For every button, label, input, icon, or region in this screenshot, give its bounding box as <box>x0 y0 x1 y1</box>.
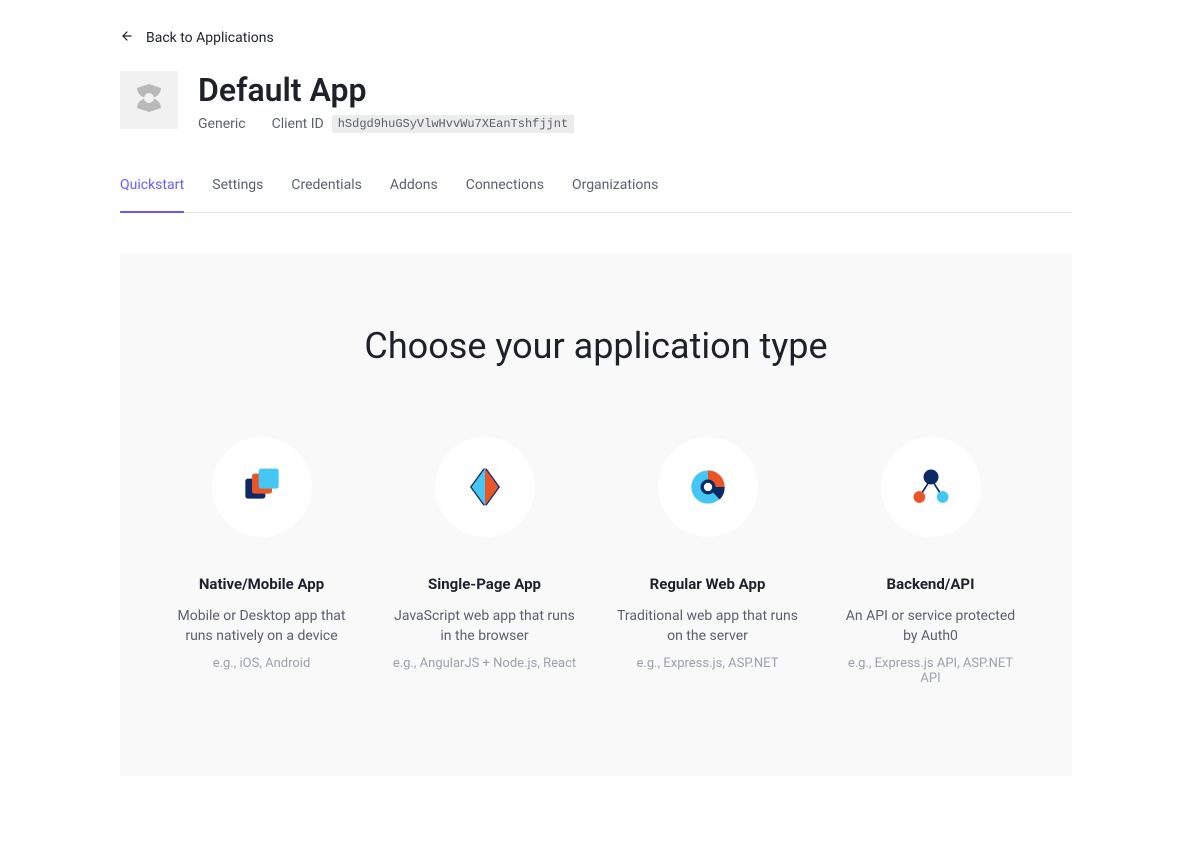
back-to-applications-link[interactable]: Back to Applications <box>120 29 274 47</box>
client-id-label: Client ID <box>272 116 324 132</box>
type-title: Single-Page App <box>391 575 578 593</box>
tab-addons[interactable]: Addons <box>390 177 438 213</box>
type-title: Native/Mobile App <box>168 575 355 593</box>
tab-organizations[interactable]: Organizations <box>572 177 658 213</box>
type-example: e.g., AngularJS + Node.js, React <box>391 656 578 671</box>
tab-credentials[interactable]: Credentials <box>291 177 361 213</box>
api-icon <box>881 437 981 537</box>
type-title: Regular Web App <box>614 575 801 593</box>
type-example: e.g., Express.js, ASP.NET <box>614 656 801 671</box>
app-header: Default App Generic Client ID hSdgd9huGS… <box>120 71 1072 133</box>
app-type-grid: Native/Mobile App Mobile or Desktop app … <box>160 437 1032 686</box>
web-app-icon <box>658 437 758 537</box>
client-id-value[interactable]: hSdgd9huGSyVlwHvvWu7XEanTshfjjnt <box>332 115 574 133</box>
type-desc: Mobile or Desktop app that runs natively… <box>168 607 355 646</box>
shield-icon <box>133 82 165 118</box>
type-card-backend-api[interactable]: Backend/API An API or service protected … <box>829 437 1032 686</box>
quickstart-panel: Choose your application type Native/Mobi… <box>120 253 1072 776</box>
tab-connections[interactable]: Connections <box>466 177 544 213</box>
app-logo <box>120 71 178 129</box>
type-desc: Traditional web app that runs on the ser… <box>614 607 801 646</box>
app-type-label: Generic <box>198 116 246 132</box>
spa-icon <box>435 437 535 537</box>
type-card-spa[interactable]: Single-Page App JavaScript web app that … <box>383 437 586 686</box>
type-card-regular-web[interactable]: Regular Web App Traditional web app that… <box>606 437 809 686</box>
arrow-left-icon <box>120 29 134 47</box>
panel-heading: Choose your application type <box>160 325 1032 367</box>
type-title: Backend/API <box>837 575 1024 593</box>
type-example: e.g., iOS, Android <box>168 656 355 671</box>
type-card-native[interactable]: Native/Mobile App Mobile or Desktop app … <box>160 437 363 686</box>
tabs: Quickstart Settings Credentials Addons C… <box>120 177 1072 213</box>
tab-quickstart[interactable]: Quickstart <box>120 177 184 213</box>
back-link-label: Back to Applications <box>146 30 274 46</box>
type-desc: JavaScript web app that runs in the brow… <box>391 607 578 646</box>
type-example: e.g., Express.js API, ASP.NET API <box>837 656 1024 686</box>
app-title: Default App <box>198 71 1072 109</box>
native-app-icon <box>212 437 312 537</box>
type-desc: An API or service protected by Auth0 <box>837 607 1024 646</box>
tab-settings[interactable]: Settings <box>212 177 263 213</box>
